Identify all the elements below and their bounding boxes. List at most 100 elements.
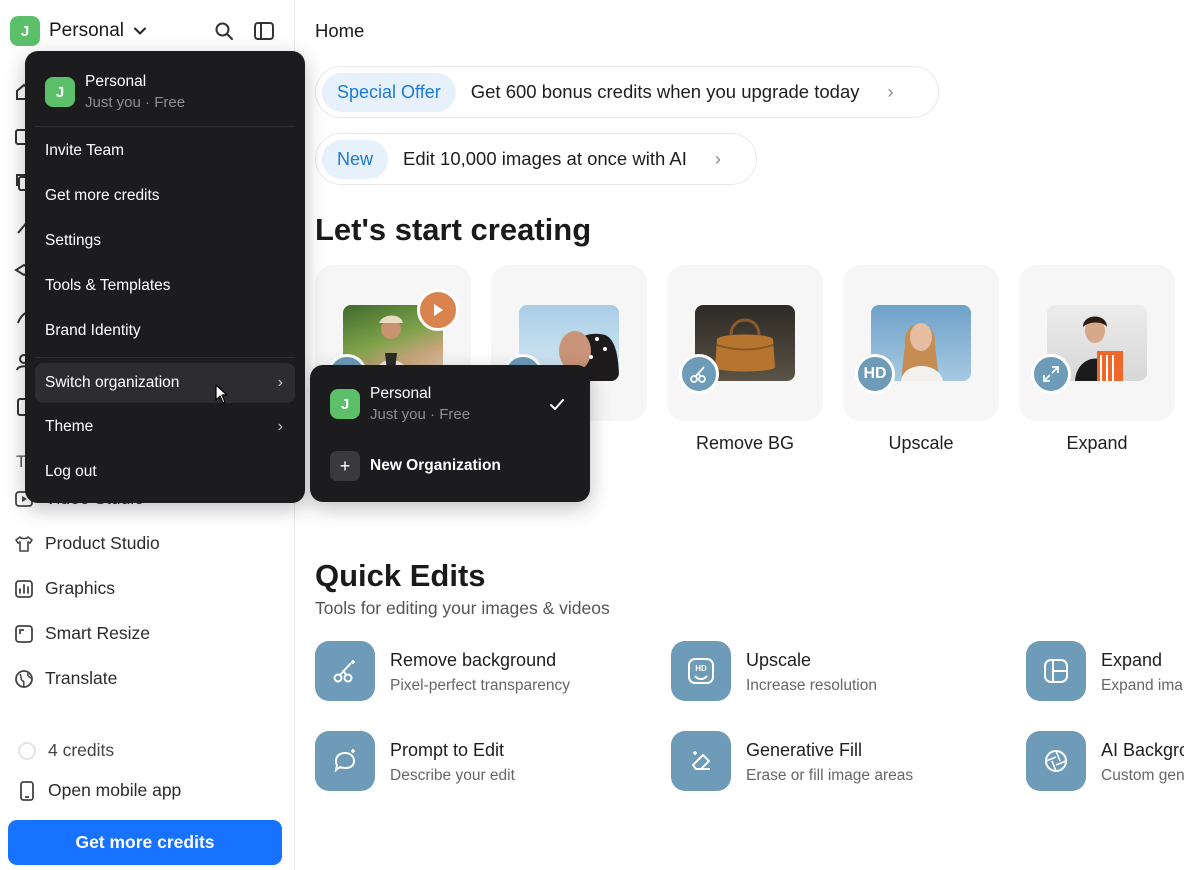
aperture-icon <box>1026 731 1086 791</box>
sidebar-toggle-icon[interactable] <box>253 20 275 42</box>
mouse-cursor-icon <box>215 384 228 404</box>
start-heading: Let's start creating <box>315 212 592 247</box>
menu-item-theme[interactable]: Theme › <box>35 407 295 447</box>
menu-item-brand-identity[interactable]: Brand Identity <box>35 311 295 351</box>
promo-special-offer[interactable]: Special Offer Get 600 bonus credits when… <box>315 66 939 118</box>
chart-icon <box>15 579 33 598</box>
menu-item-tools-templates[interactable]: Tools & Templates <box>35 266 295 306</box>
credits-indicator: 4 credits <box>18 740 114 761</box>
quick-edit-title: Generative Fill <box>746 740 863 760</box>
quick-edit-title: Prompt to Edit <box>390 740 505 760</box>
hd-badge: HD <box>855 354 895 394</box>
new-organization-label: New Organization <box>370 457 501 474</box>
tool-card-remove-bg[interactable] <box>667 265 823 421</box>
quick-edit-upscale[interactable]: HD Upscale Increase resolution <box>671 641 877 701</box>
org-avatar: J <box>330 389 360 419</box>
sidebar-item-label: Graphics <box>45 578 116 598</box>
tool-card-upscale[interactable]: HD <box>843 265 999 421</box>
org-option-personal[interactable]: J Personal Just you · Free <box>330 385 570 423</box>
quick-edit-title: Upscale <box>746 650 812 670</box>
menu-item-label: Theme <box>45 418 94 435</box>
quick-edit-title: Remove background <box>390 650 557 670</box>
chevron-right-icon: › <box>277 374 283 391</box>
chevron-down-icon <box>134 27 146 35</box>
menu-item-switch-organization[interactable]: Switch organization › <box>35 363 295 403</box>
chat-sparkle-icon <box>315 731 375 791</box>
eraser-icon <box>671 731 731 791</box>
quick-edit-title: Expand <box>1101 650 1163 670</box>
org-name: Personal <box>370 385 432 402</box>
menu-item-invite-team[interactable]: Invite Team <box>35 131 295 171</box>
svg-text:HD: HD <box>695 664 707 673</box>
play-icon[interactable] <box>417 289 459 331</box>
account-menu-header: J Personal Just you · Free <box>45 73 185 111</box>
menu-item-settings[interactable]: Settings <box>35 221 295 261</box>
credits-count: 4 credits <box>48 740 115 760</box>
scissors-icon <box>679 354 719 394</box>
menu-item-log-out[interactable]: Log out <box>35 452 295 492</box>
menu-avatar: J <box>45 77 75 107</box>
promo-badge: Special Offer <box>322 72 456 112</box>
tool-label: Remove BG <box>695 433 795 453</box>
tool-label: Upscale <box>888 433 954 453</box>
open-mobile-app-link[interactable]: Open mobile app <box>18 780 181 801</box>
page-title: Home <box>315 20 365 41</box>
new-organization-button[interactable]: + New Organization <box>330 451 501 481</box>
chevron-right-icon: › <box>277 418 283 435</box>
expand-layout-icon <box>1026 641 1086 701</box>
promo-text: Get 600 bonus credits when you upgrade t… <box>470 81 860 102</box>
expand-arrows-icon <box>1031 354 1071 394</box>
workspace-avatar: J <box>10 16 40 46</box>
menu-divider <box>35 357 295 358</box>
account-menu: J Personal Just you · Free Invite Team G… <box>25 51 305 503</box>
workspace-switcher[interactable]: J Personal <box>10 16 147 46</box>
organization-submenu: J Personal Just you · Free + New Organiz… <box>310 365 590 502</box>
menu-divider <box>35 126 295 127</box>
chevron-right-icon: › <box>887 81 894 102</box>
sidebar-item-label: Product Studio <box>45 533 160 553</box>
magic-scissors-icon <box>315 641 375 701</box>
promo-text: Edit 10,000 images at once with AI <box>403 148 687 169</box>
sidebar-item-graphics[interactable]: Graphics <box>14 578 115 599</box>
quick-edit-prompt-to-edit[interactable]: Prompt to Edit Describe your edit <box>315 731 515 791</box>
get-more-credits-button[interactable]: Get more credits <box>8 820 282 865</box>
search-icon[interactable] <box>213 20 235 42</box>
sidebar-item-smart-resize[interactable]: Smart Resize <box>14 623 150 644</box>
sidebar-item-translate[interactable]: Translate <box>14 668 117 689</box>
sidebar-item-label: Translate <box>45 668 118 688</box>
chevron-right-icon: › <box>714 148 721 169</box>
hd-icon: HD <box>671 641 731 701</box>
sidebar-item-label: Smart Resize <box>45 623 151 643</box>
account-plan: Just you · Free <box>85 94 186 111</box>
plus-icon: + <box>330 451 360 481</box>
menu-item-label: Switch organization <box>45 374 180 391</box>
shirt-icon <box>15 535 33 552</box>
quick-edit-desc: Erase or fill image areas <box>746 767 914 784</box>
quick-edits-heading: Quick Edits <box>315 558 486 593</box>
quick-edit-desc: Custom gen <box>1101 767 1184 784</box>
credits-ring-icon <box>18 741 36 760</box>
quick-edit-generative-fill[interactable]: Generative Fill Erase or fill image areas <box>671 731 913 791</box>
quick-edit-desc: Describe your edit <box>390 767 515 784</box>
quick-edit-desc: Increase resolution <box>746 677 877 694</box>
tool-label: Expand <box>1066 433 1128 453</box>
tool-card-expand[interactable] <box>1019 265 1175 421</box>
quick-edit-desc: Pixel-perfect transparency <box>390 677 571 694</box>
account-name: Personal <box>85 73 147 90</box>
promo-new[interactable]: New Edit 10,000 images at once with AI › <box>315 133 757 185</box>
quick-edit-desc: Expand ima <box>1101 677 1183 694</box>
menu-item-get-more-credits[interactable]: Get more credits <box>35 176 295 216</box>
quick-edit-ai-background[interactable]: AI Backgro Custom gen <box>1026 731 1184 791</box>
resize-icon <box>15 624 33 643</box>
quick-edit-remove-background[interactable]: Remove background Pixel-perfect transpare… <box>315 641 570 701</box>
quick-edit-expand[interactable]: Expand Expand ima <box>1026 641 1183 701</box>
mobile-label: Open mobile app <box>48 780 182 800</box>
quick-edits-subtitle: Tools for editing your images & videos <box>315 598 610 618</box>
quick-edit-title: AI Backgro <box>1101 740 1184 760</box>
workspace-name: Personal <box>49 20 124 41</box>
phone-icon <box>20 780 34 801</box>
promo-badge: New <box>322 139 389 179</box>
org-plan: Just you · Free <box>370 406 471 423</box>
check-icon <box>550 399 564 410</box>
sidebar-item-product-studio[interactable]: Product Studio <box>14 533 160 554</box>
